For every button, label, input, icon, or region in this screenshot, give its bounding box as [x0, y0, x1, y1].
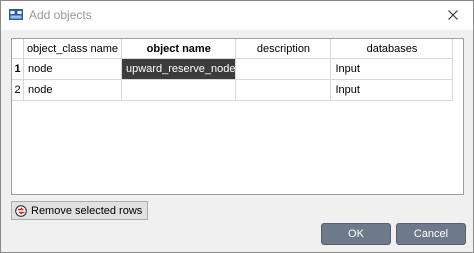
table-row: 2 node Input: [12, 79, 454, 101]
cell-object-class-name[interactable]: node: [23, 58, 122, 80]
table-header-row: object_class name object name descriptio…: [12, 39, 454, 59]
close-button[interactable]: [443, 6, 463, 24]
objects-table: object_class name object name descriptio…: [11, 38, 464, 195]
header-description[interactable]: description: [235, 39, 332, 59]
row-number[interactable]: 1: [12, 58, 24, 80]
dialog-title: Add objects: [29, 8, 92, 22]
corner-header: [12, 39, 24, 59]
header-databases[interactable]: databases: [330, 39, 454, 59]
cell-object-name[interactable]: [121, 79, 237, 101]
cell-object-name[interactable]: upward_reserve_node: [121, 58, 237, 80]
cancel-button[interactable]: Cancel: [396, 223, 466, 245]
header-object-name[interactable]: object name: [121, 39, 237, 59]
remove-rows-icon: [15, 204, 27, 217]
ok-button[interactable]: OK: [321, 223, 391, 245]
cell-object-class-name[interactable]: node: [23, 79, 122, 101]
row-number[interactable]: 2: [12, 79, 24, 101]
table-row: 1 node upward_reserve_node Input: [12, 58, 454, 80]
cell-description[interactable]: [235, 79, 332, 101]
remove-selected-rows-label: Remove selected rows: [31, 204, 143, 217]
remove-selected-rows-button[interactable]: Remove selected rows: [11, 201, 149, 220]
app-table-icon: [9, 9, 23, 20]
title-bar: Add objects: [1, 1, 473, 30]
close-icon: [448, 10, 458, 20]
cell-description[interactable]: [235, 58, 332, 80]
header-object-class-name[interactable]: object_class name: [23, 39, 122, 59]
cell-databases[interactable]: Input: [330, 79, 454, 101]
add-objects-dialog: Add objects object_class name object nam…: [0, 0, 474, 253]
cell-databases[interactable]: Input: [330, 58, 454, 80]
